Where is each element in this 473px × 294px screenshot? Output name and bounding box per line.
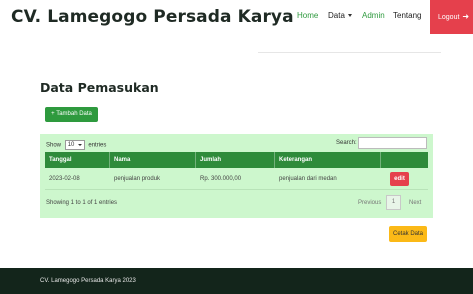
data-table-panel: Show 10 entries Search: Tanggal Nama Jum… [40,134,433,218]
entries-label: entries [88,142,107,149]
entries-control: Show 10 entries [46,140,106,150]
table-info: Showing 1 to 1 of 1 entries [46,200,118,206]
nav-home[interactable]: Home [297,11,318,20]
table-header: Tanggal Nama Jumlah Keterangan [45,152,428,168]
table-row: 2023-02-08 penjualan produk Rp. 300.000,… [45,168,428,190]
brand-title[interactable]: CV. Lamegogo Persada Karya [11,7,294,27]
show-label: Show [46,142,62,149]
search-label: Search: [336,140,357,146]
nav-admin[interactable]: Admin [362,11,385,20]
add-data-button[interactable]: + Tambah Data [45,107,98,122]
pagination-page-current[interactable]: 1 [386,195,401,210]
nav-tentang[interactable]: Tentang [393,11,421,20]
cell-nama: penjualan produk [114,176,161,182]
chevron-down-icon [77,144,82,146]
chevron-down-icon [347,14,352,18]
column-header-action [381,152,428,168]
print-data-button[interactable]: Cetak Data [389,226,427,242]
cell-jumlah: Rp. 300.000,00 [200,176,242,182]
page-title: Data Pemasukan [40,80,159,95]
search-input[interactable] [358,137,427,149]
entries-select-value: 10 [67,142,75,148]
column-header-jumlah[interactable]: Jumlah [196,152,275,168]
pagination-next[interactable]: Next [409,200,421,206]
logout-button[interactable]: Logout ➜ [430,0,473,34]
navbar: CV. Lamegogo Persada Karya Home Data Adm… [0,0,473,34]
entries-select[interactable]: 10 [64,140,85,150]
footer-text: CV. Lamegogo Persada Karya 2023 [40,278,136,284]
pagination-previous[interactable]: Previous [358,200,381,206]
divider [258,52,441,53]
column-header-keterangan[interactable]: Keterangan [275,152,381,168]
arrow-right-icon: ➜ [462,12,470,21]
footer: CV. Lamegogo Persada Karya 2023 [0,268,473,294]
column-header-tanggal[interactable]: Tanggal [45,152,110,168]
nav-data-label: Data [328,11,345,20]
cell-keterangan: penjualan dari medan [279,176,337,182]
column-header-nama[interactable]: Nama [110,152,196,168]
logout-label: Logout [438,14,460,21]
edit-button[interactable]: edit [390,172,409,186]
nav-data-dropdown[interactable]: Data [328,11,352,20]
cell-tanggal: 2023-02-08 [49,176,80,182]
